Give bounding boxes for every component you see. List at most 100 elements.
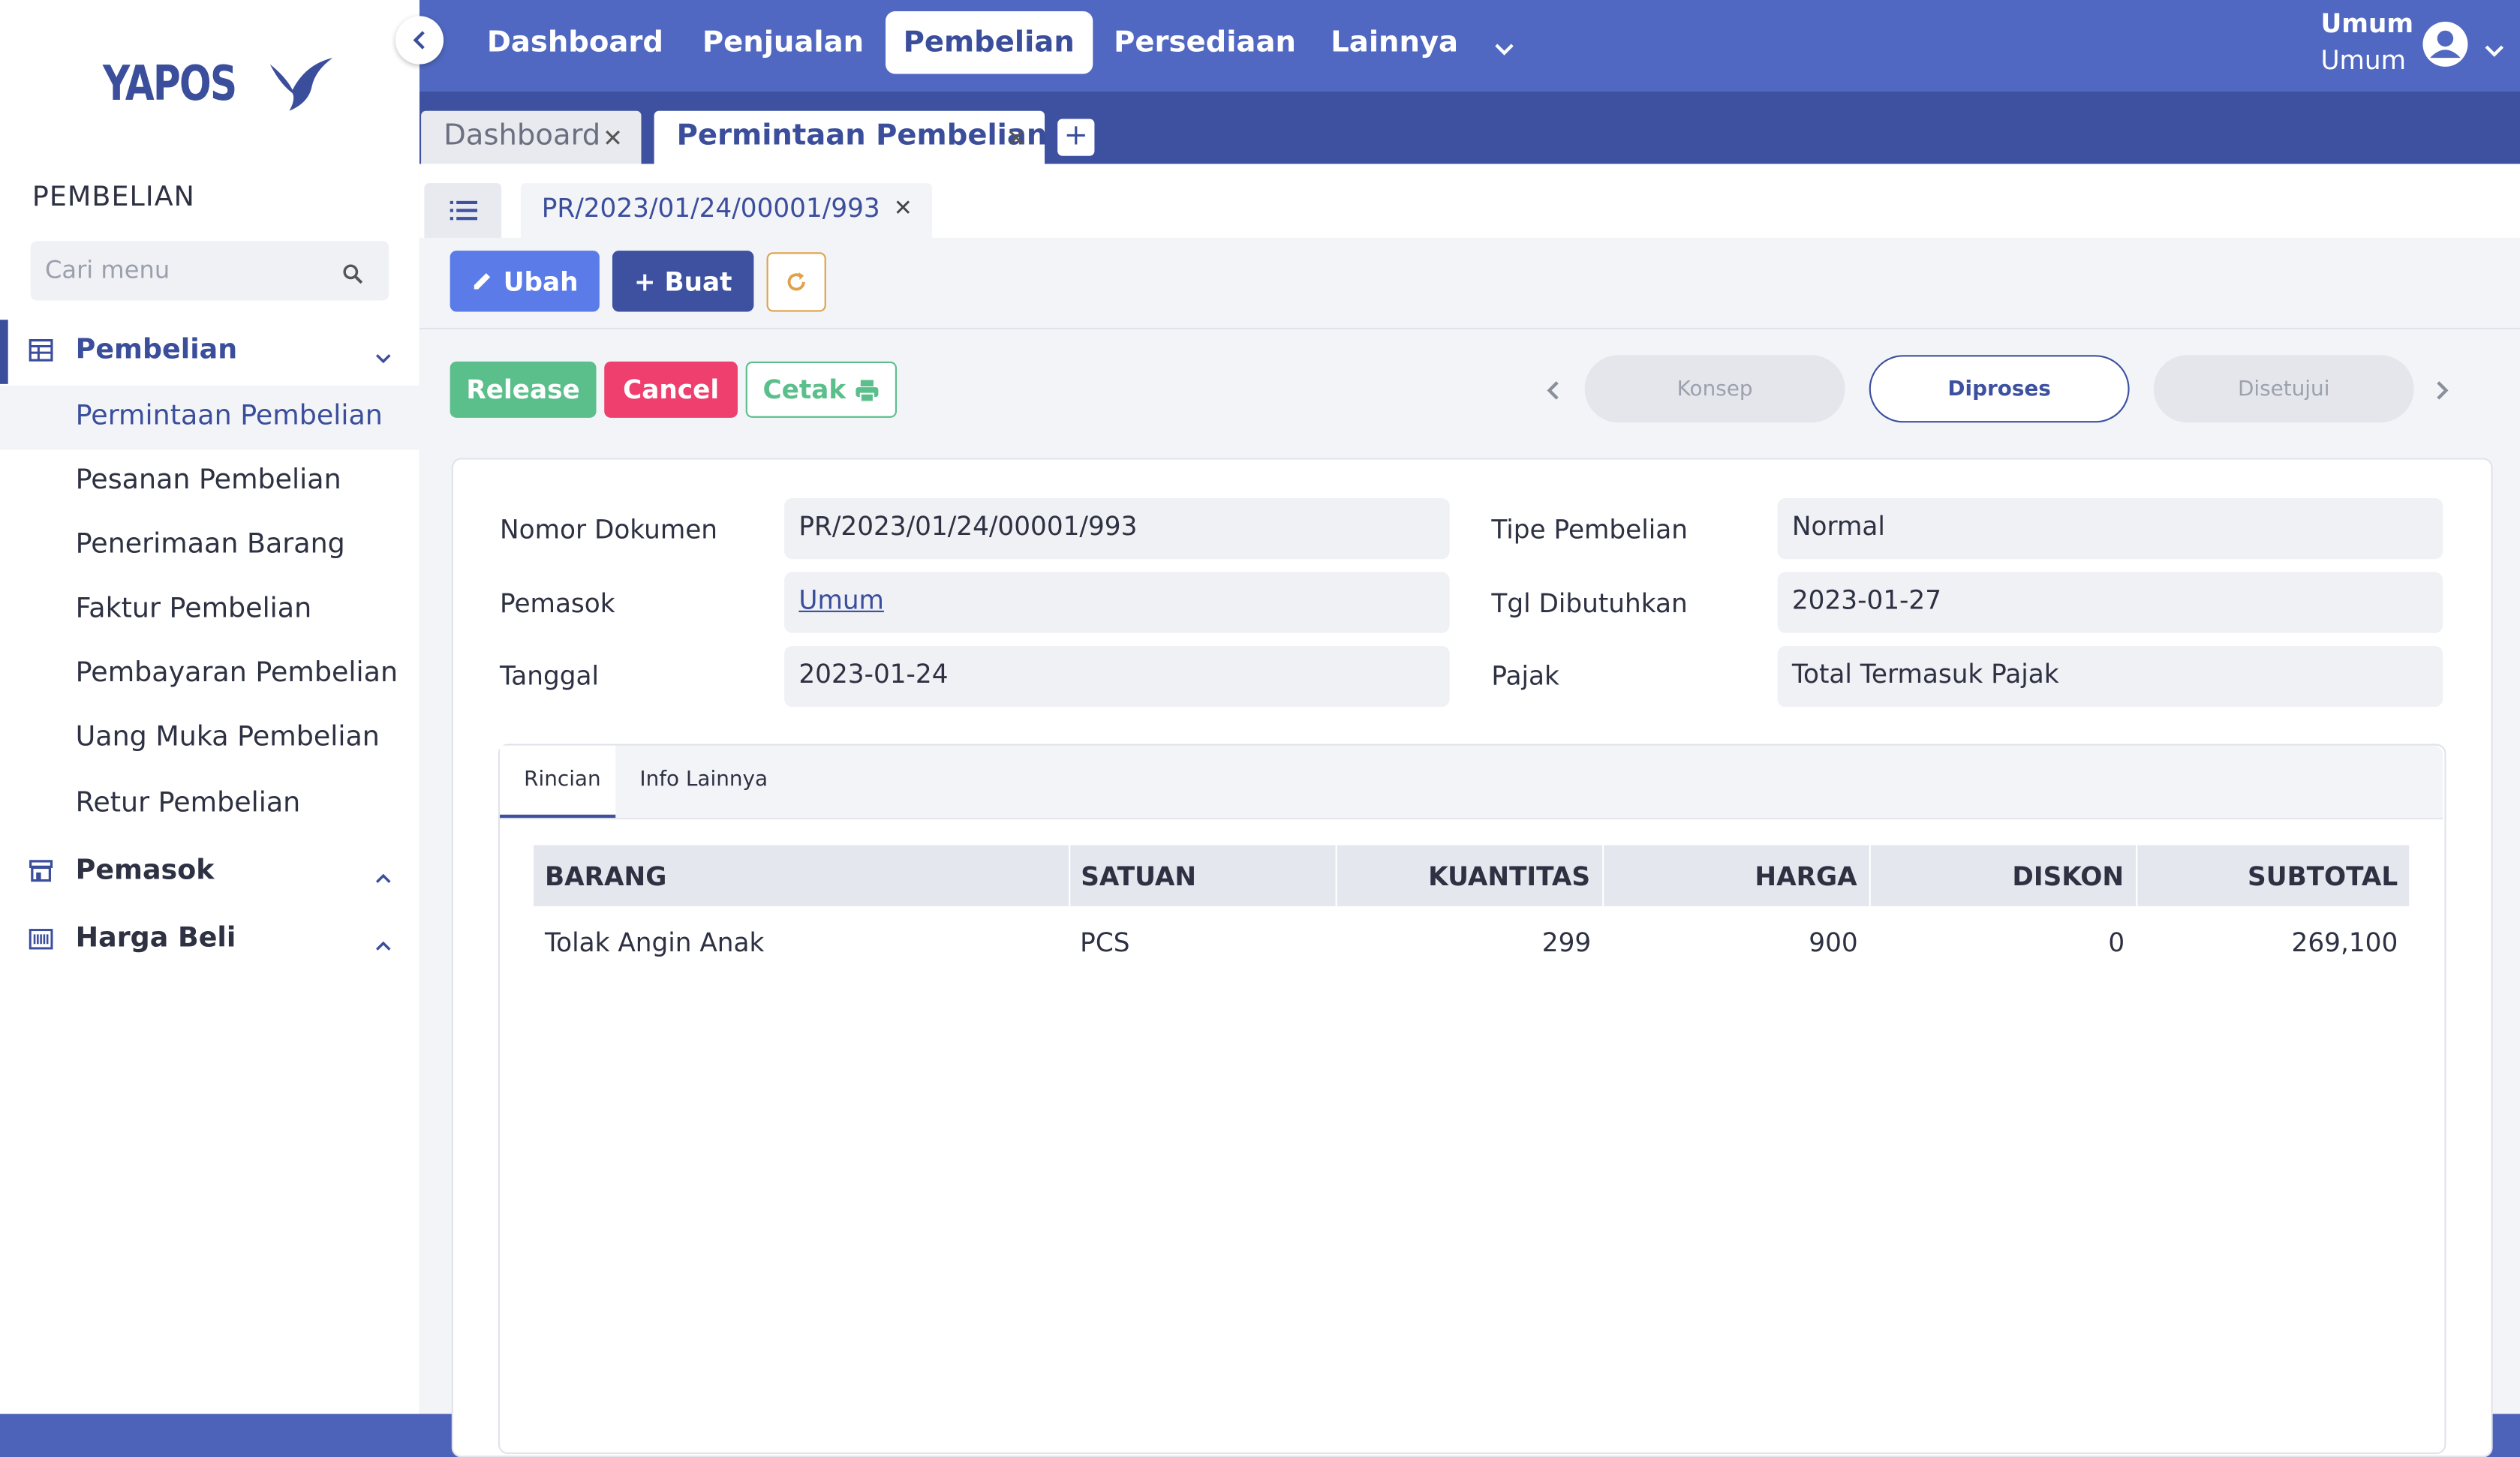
nav-pembelian[interactable]: Pembelian: [886, 11, 1093, 74]
sidebar-item-pembayaran-pembelian[interactable]: Pembayaran Pembelian: [0, 643, 419, 707]
cell-kuantitas: 299: [1541, 926, 1592, 957]
pemasok-link[interactable]: Umum: [798, 585, 884, 616]
label-nomor-dokumen: Nomor Dokumen: [500, 514, 717, 545]
chevron-down-icon: [374, 341, 392, 371]
window-tab-dashboard[interactable]: Dashboard ✕: [421, 110, 642, 164]
menu-search-input[interactable]: Cari menu: [30, 241, 389, 301]
column-header[interactable]: KUANTITAS: [1334, 845, 1603, 906]
nav-lainnya[interactable]: Lainnya: [1313, 11, 1476, 74]
logo-text: YAPOS: [103, 55, 237, 112]
sidebar-item-penerimaan-barang[interactable]: Penerimaan Barang: [0, 514, 419, 578]
window-tab-label: Permintaan Pembelian: [676, 119, 1048, 153]
user-avatar-icon[interactable]: [2422, 21, 2468, 74]
field-nomor-dokumen[interactable]: PR/2023/01/24/00001/993: [784, 497, 1450, 560]
search-icon: [342, 260, 363, 291]
sidebar-group-harga-beli[interactable]: Harga Beli: [0, 908, 419, 969]
field-tipe-pembelian[interactable]: Normal: [1777, 497, 2443, 560]
printer-icon: [856, 379, 880, 401]
cell-subtotal: 269,100: [2291, 926, 2398, 957]
status-step-disetujui: Disetujui: [2153, 355, 2414, 423]
document-tab-label: PR/2023/01/24/00001/993: [541, 192, 880, 224]
app-logo[interactable]: YAPOS: [103, 55, 335, 113]
refresh-button[interactable]: [766, 252, 826, 312]
sidebar-group-label: Pembelian: [75, 334, 238, 367]
close-icon[interactable]: ✕: [1006, 124, 1027, 153]
label-tipe-pembelian: Tipe Pembelian: [1491, 514, 1689, 545]
list-icon: [449, 200, 477, 221]
field-pajak[interactable]: Total Termasuk Pajak: [1777, 645, 2443, 707]
column-header[interactable]: SUBTOTAL: [2135, 845, 2410, 906]
print-button-label: Cetak: [762, 374, 847, 405]
cell-diskon: 0: [2108, 926, 2125, 957]
window-tab-permintaan-pembelian[interactable]: Permintaan Pembelian ✕: [654, 110, 1048, 164]
edit-button[interactable]: Ubah: [450, 251, 600, 312]
user-menu-chevron-icon[interactable]: [2485, 34, 2504, 65]
list-view-button[interactable]: [424, 183, 502, 238]
table-icon: [29, 338, 53, 368]
label-tgl-dibutuhkan: Tgl Dibutuhkan: [1491, 587, 1688, 619]
sidebar-collapse-button[interactable]: [395, 16, 444, 65]
user-name: Umum: [2320, 8, 2414, 39]
sidebar-item-label: Pembayaran Pembelian: [75, 656, 398, 689]
pencil-icon: [474, 273, 491, 290]
store-icon: [29, 858, 53, 889]
step-prev-icon[interactable]: [1544, 377, 1560, 408]
column-header[interactable]: HARGA: [1601, 845, 1869, 906]
chevron-up-icon: [374, 861, 392, 892]
sidebar-item-label: Permintaan Pembelian: [75, 400, 383, 433]
chevron-left-icon: [413, 31, 425, 50]
close-icon[interactable]: ✕: [603, 124, 623, 153]
chevron-up-icon: [374, 929, 392, 960]
cell-harga: 900: [1809, 926, 1858, 957]
close-icon[interactable]: ✕: [894, 196, 913, 221]
cell-satuan: PCS: [1080, 926, 1130, 957]
refresh-icon: [787, 272, 805, 291]
cell-barang: Tolak Angin Anak: [545, 926, 765, 957]
tab-rincian[interactable]: Rincian: [500, 745, 616, 819]
sidebar-item-label: Penerimaan Barang: [75, 528, 345, 561]
sidebar-group-pemasok[interactable]: Pemasok: [0, 840, 419, 901]
sidebar-section-title: PEMBELIAN: [32, 182, 196, 214]
bird-logo-icon: [270, 58, 333, 111]
status-step-diproses: Diproses: [1869, 355, 2130, 423]
create-button-label: + Buat: [633, 266, 732, 297]
print-button[interactable]: Cetak: [745, 361, 898, 418]
sidebar-item-retur-pembelian[interactable]: Retur Pembelian: [0, 773, 419, 837]
nav-persediaan[interactable]: Persediaan: [1096, 11, 1314, 74]
sidebar-item-label: Pesanan Pembelian: [75, 464, 341, 497]
status-step-konsep: Konsep: [1584, 355, 1845, 423]
label-pajak: Pajak: [1491, 660, 1559, 691]
sidebar-item-faktur-pembelian[interactable]: Faktur Pembelian: [0, 578, 419, 643]
items-table: BARANG SATUAN KUANTITAS HARGA DISKON SUB…: [534, 845, 2410, 977]
column-header[interactable]: DISKON: [1868, 845, 2137, 906]
sidebar-item-pesanan-pembelian[interactable]: Pesanan Pembelian: [0, 450, 419, 515]
label-pemasok: Pemasok: [500, 587, 615, 619]
sidebar-group-label: Harga Beli: [75, 922, 236, 955]
sidebar-item-uang-muka-pembelian[interactable]: Uang Muka Pembelian: [0, 707, 419, 771]
user-role: Umum: [2320, 44, 2407, 76]
field-tgl-dibutuhkan[interactable]: 2023-01-27: [1777, 572, 2443, 633]
cancel-button[interactable]: Cancel: [604, 361, 738, 418]
sidebar-group-label: Pemasok: [75, 855, 215, 888]
search-placeholder: Cari menu: [44, 255, 170, 285]
sidebar-item-permintaan-pembelian[interactable]: Permintaan Pembelian: [0, 385, 419, 450]
sidebar-item-label: Retur Pembelian: [75, 787, 301, 820]
table-header-row: BARANG SATUAN KUANTITAS HARGA DISKON SUB…: [534, 845, 2410, 906]
nav-penjualan[interactable]: Penjualan: [684, 11, 881, 74]
table-row[interactable]: Tolak Angin Anak PCS 299 900 0 269,100: [534, 906, 2409, 977]
add-tab-button[interactable]: +: [1057, 119, 1095, 156]
document-tab[interactable]: PR/2023/01/24/00001/993 ✕: [520, 183, 933, 238]
field-tanggal[interactable]: 2023-01-24: [784, 645, 1450, 707]
create-button[interactable]: + Buat: [612, 251, 754, 312]
nav-dashboard[interactable]: Dashboard: [469, 11, 681, 74]
column-header[interactable]: SATUAN: [1068, 845, 1336, 906]
barcode-icon: [29, 926, 53, 957]
field-pemasok[interactable]: Umum: [784, 572, 1450, 633]
tab-info-lainnya[interactable]: Info Lainnya: [615, 746, 792, 818]
nav-more-chevron-icon[interactable]: [1493, 34, 1516, 65]
sidebar-item-label: Uang Muka Pembelian: [75, 721, 380, 754]
step-next-icon[interactable]: [2435, 377, 2451, 408]
sidebar-group-pembelian[interactable]: Pembelian: [0, 320, 419, 380]
column-header[interactable]: BARANG: [534, 845, 1069, 906]
release-button[interactable]: Release: [450, 361, 597, 418]
